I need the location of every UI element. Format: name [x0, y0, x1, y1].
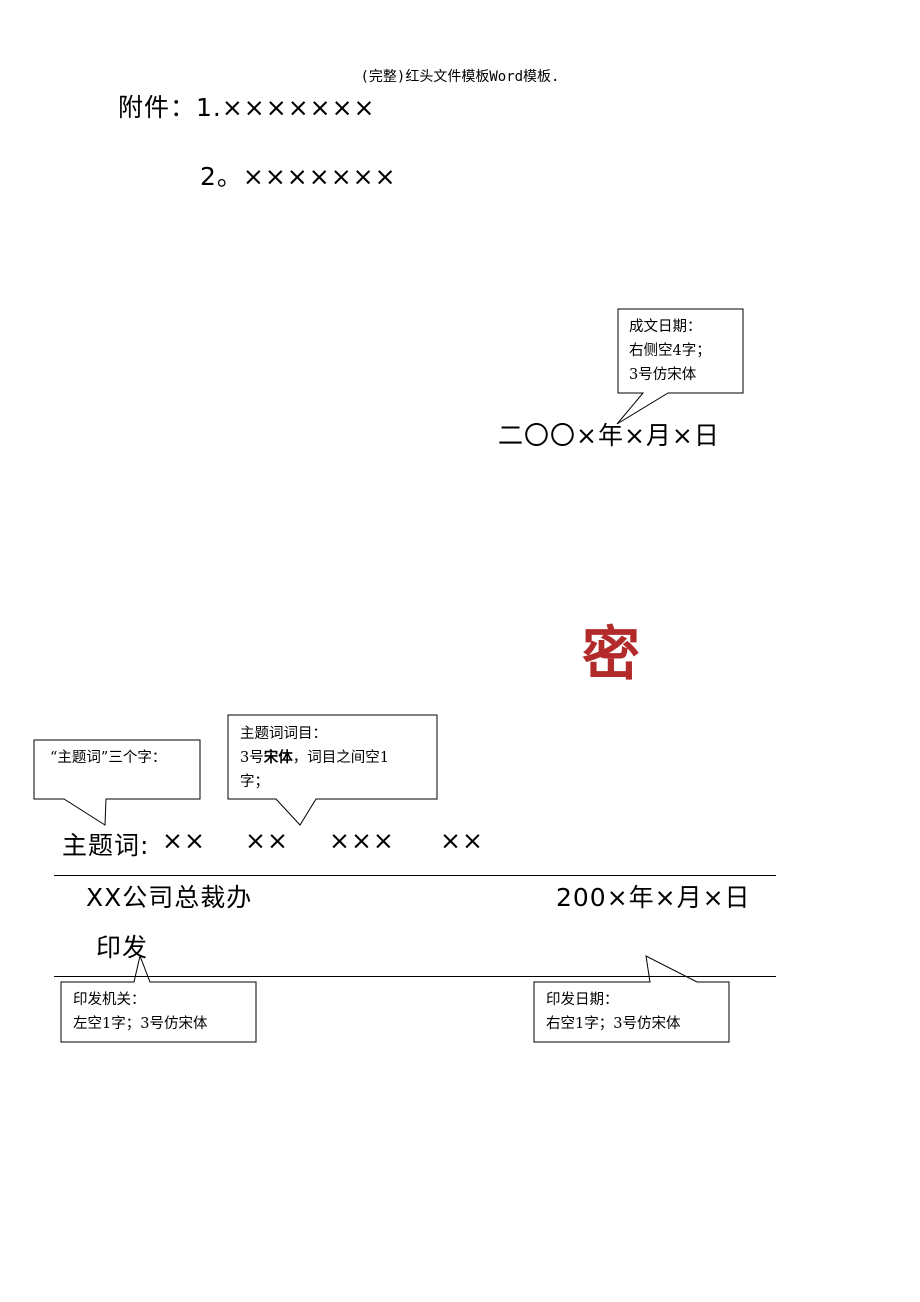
subject-word: ××	[245, 826, 289, 855]
attachment-line-2: 2。×××××××	[200, 162, 397, 191]
callout-shapes	[33, 308, 744, 1043]
date-callout-text: 成文日期： 右侧空4字； 3号仿宋体	[629, 315, 711, 387]
line-suffix: ，词目之间空1	[292, 750, 389, 766]
print-date: 200×年×月×日	[556, 883, 751, 912]
seal-char: 密	[582, 620, 640, 688]
subject-words-label: 主题词:	[62, 831, 150, 860]
issuer-callout-line: 印发机关：	[73, 992, 146, 1008]
print-date-callout-line: 右空1字；3号仿宋体	[546, 1016, 681, 1032]
subject-word: ××	[440, 826, 484, 855]
subject-right-callout-line: 3号宋体，词目之间空1	[240, 746, 389, 770]
date-callout-line: 右侧空4字；	[629, 343, 711, 359]
subject-word: ×××	[329, 826, 395, 855]
attachment-line-1: 附件：1.×××××××	[118, 93, 376, 122]
issuer-callout-text: 印发机关： 左空1字；3号仿宋体	[73, 988, 207, 1036]
date-callout-line: 3号仿宋体	[629, 367, 697, 383]
confidential-seal-icon: 密	[582, 620, 640, 688]
line-prefix: 3号	[240, 750, 264, 766]
issuer-name: XX公司总裁办	[86, 883, 253, 912]
line-bold: 宋体	[263, 749, 293, 766]
document-title: (完整)红头文件模板Word模板.	[360, 69, 560, 85]
issuer-suffix: 印发	[96, 933, 149, 962]
subject-right-callout-title: 主题词词目：	[240, 726, 327, 742]
print-date-callout-line: 印发日期：	[546, 992, 619, 1008]
subject-word: ××	[162, 826, 206, 855]
subject-right-callout-text: 主题词词目： 3号宋体，词目之间空1 字；	[240, 722, 389, 794]
subject-right-callout-line: 字；	[240, 774, 269, 790]
footer-top-rule	[54, 875, 776, 876]
issuer-callout-line: 左空1字；3号仿宋体	[73, 1016, 208, 1032]
footer-bottom-rule	[54, 976, 776, 977]
date-callout-line: 成文日期：	[629, 319, 702, 335]
subject-left-callout-text: “主题词”三个字：	[50, 750, 167, 766]
print-date-callout-text: 印发日期： 右空1字；3号仿宋体	[546, 988, 680, 1036]
issue-date: 二〇〇×年×月×日	[498, 421, 720, 450]
